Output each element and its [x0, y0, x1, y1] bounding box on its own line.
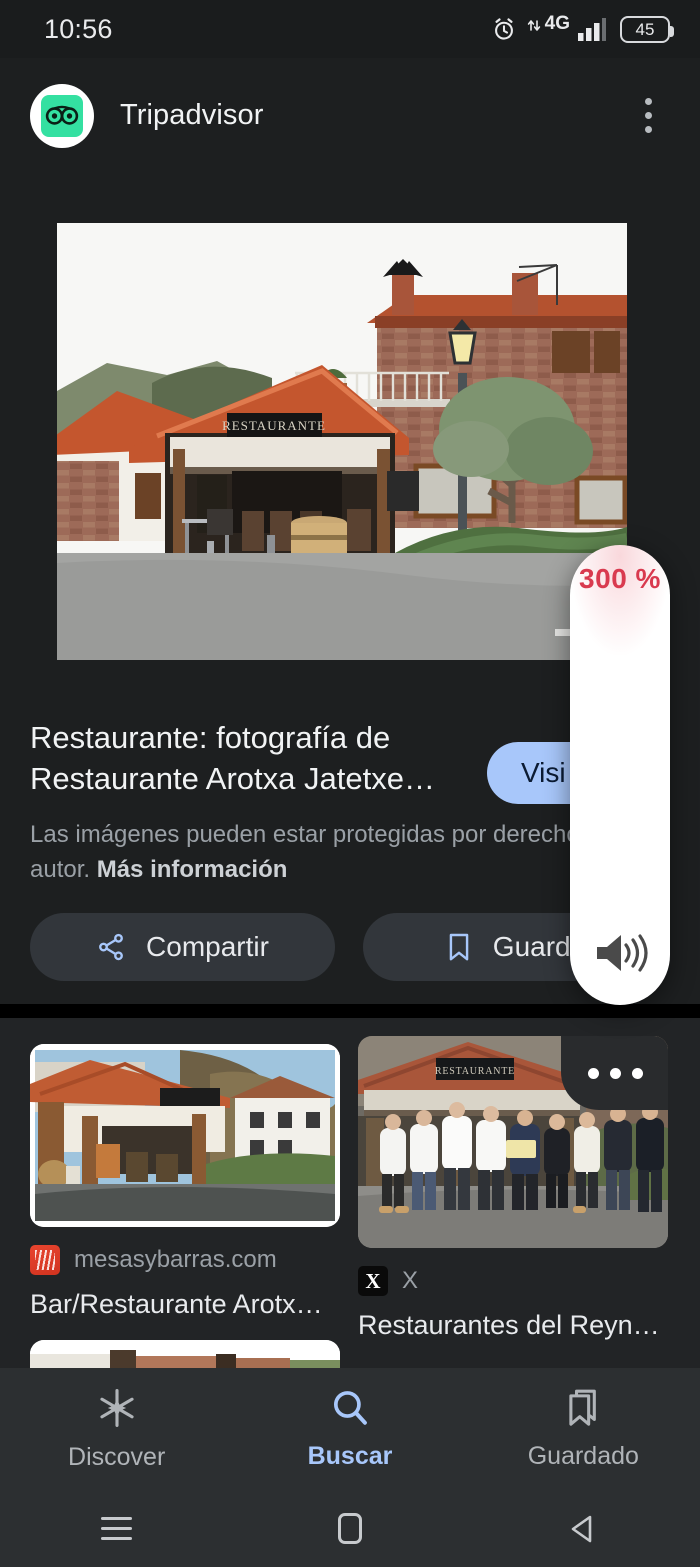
result-more-button[interactable] — [561, 1036, 668, 1110]
result-source-1: mesasybarras.com — [30, 1245, 340, 1275]
hero-photo[interactable]: RESTAURANTE — [57, 223, 627, 660]
recents-hamburger-icon — [101, 1517, 133, 1540]
related-results-grid: mesasybarras.com Bar/Restaurante Arotx… — [0, 1018, 700, 1368]
home-button[interactable] — [233, 1513, 466, 1544]
result-source-label-2: X — [402, 1267, 419, 1294]
volume-slider-overlay[interactable]: 300 % — [570, 545, 670, 1005]
restaurant-peek-photo — [30, 1340, 340, 1368]
discover-asterisk-icon — [100, 1389, 134, 1427]
nav-label-buscar: Buscar — [307, 1442, 393, 1470]
result-column-right: RESTAURANTE X X Restaurantes del Reyn… — [358, 1036, 668, 1341]
kebab-menu-icon[interactable] — [626, 94, 670, 138]
alarm-clock-icon — [494, 18, 513, 40]
share-label: Compartir — [146, 931, 269, 962]
section-divider — [0, 1004, 700, 1018]
back-button[interactable] — [467, 1513, 700, 1545]
recents-button[interactable] — [0, 1517, 233, 1540]
photo-title: Restaurante: fotografía de Restaurante A… — [30, 720, 435, 796]
mesasybarras-favicon — [30, 1245, 60, 1275]
search-icon — [333, 1391, 367, 1425]
nav-item-guardado[interactable]: Guardado — [467, 1387, 700, 1471]
status-bar: 10:56 4G 45 — [0, 0, 700, 58]
system-navigation-bar — [0, 1490, 700, 1567]
network-type-label: 4G — [544, 13, 570, 34]
data-updown-arrows-icon — [527, 20, 540, 31]
back-triangle-icon — [572, 1515, 592, 1542]
restaurant-daylight-photo — [30, 1044, 340, 1227]
app-name-label: Tripadvisor — [120, 99, 264, 131]
copyright-line1: Las imágenes pueden estar protegidas por… — [30, 820, 592, 848]
speaker-volume-icon[interactable] — [570, 929, 670, 977]
nav-item-discover[interactable]: Discover — [0, 1386, 233, 1472]
x-logo-favicon: X — [358, 1266, 388, 1296]
result-column-left: mesasybarras.com Bar/Restaurante Arotx… — [30, 1044, 340, 1368]
nav-label-guardado: Guardado — [527, 1442, 639, 1470]
volume-glow — [570, 545, 670, 655]
share-icon — [99, 933, 123, 961]
bookmark-icon — [449, 933, 469, 961]
tripadvisor-owl-icon — [41, 94, 83, 137]
signal-bars-icon — [578, 18, 606, 41]
result-source-2: X X — [358, 1266, 668, 1296]
result-source-label-1: mesasybarras.com — [74, 1246, 277, 1273]
nav-label-discover: Discover — [68, 1443, 166, 1471]
app-header: Tripadvisor — [0, 58, 700, 173]
status-icons: 4G 45 — [491, 13, 674, 43]
share-button[interactable]: Compartir — [30, 913, 335, 981]
status-clock: 10:56 — [44, 13, 113, 44]
result-thumbnail-3-peek[interactable] — [30, 1340, 340, 1368]
copyright-line2: autor. — [30, 855, 97, 883]
svg-text:RESTAURANTE: RESTAURANTE — [222, 418, 326, 433]
battery-indicator: 45 — [620, 15, 674, 43]
volume-percent-label: 300 % — [579, 563, 661, 594]
bookmark-outline-icon — [569, 1389, 597, 1426]
battery-level-label: 45 — [635, 19, 655, 39]
more-info-link[interactable]: Más información — [97, 856, 288, 883]
result-title-1[interactable]: Bar/Restaurante Arotx… — [30, 1289, 340, 1320]
copyright-notice: Las imágenes pueden estar protegidas por… — [0, 800, 660, 888]
bottom-navigation: Discover Buscar Guardado — [0, 1368, 700, 1490]
home-square-icon — [337, 1513, 362, 1544]
restaurant-exterior-photo: RESTAURANTE — [57, 223, 627, 660]
phone-screen: 10:56 4G 45 Tripadvisor RESTAURANTE Rest… — [0, 0, 700, 1567]
result-thumbnail-1[interactable] — [30, 1044, 340, 1227]
svg-text:RESTAURANTE: RESTAURANTE — [435, 1066, 515, 1077]
nav-item-buscar[interactable]: Buscar — [233, 1387, 466, 1471]
result-title-2[interactable]: Restaurantes del Reyn… — [358, 1310, 668, 1341]
result-thumbnail-2[interactable]: RESTAURANTE — [358, 1036, 668, 1248]
app-favicon — [30, 83, 94, 148]
